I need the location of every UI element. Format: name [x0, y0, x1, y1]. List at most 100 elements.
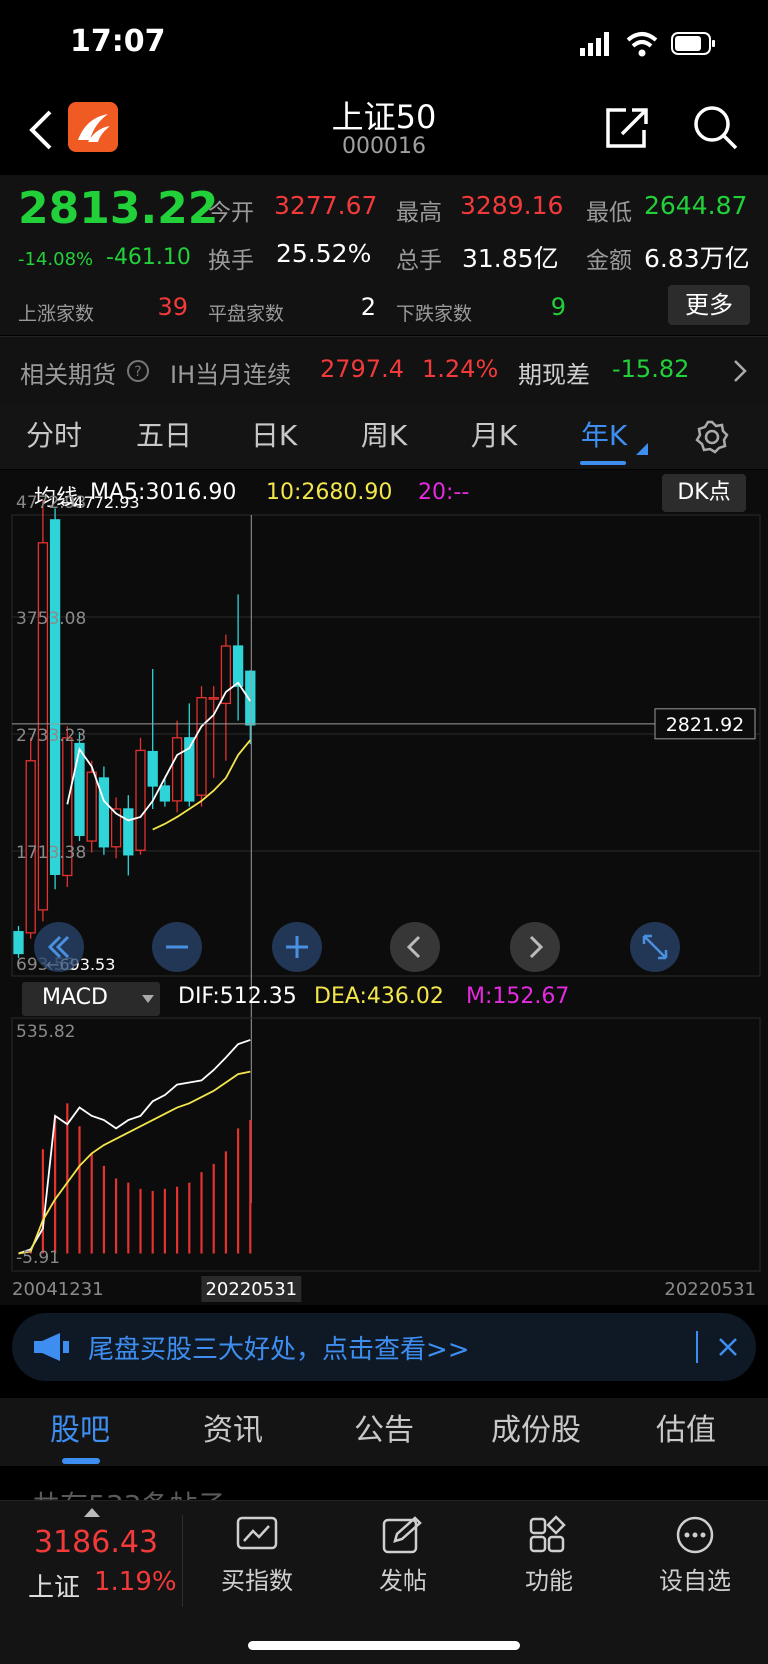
step-right-button[interactable]: [510, 922, 560, 972]
more-circle-icon: [676, 1516, 714, 1554]
candle: [196, 697, 207, 796]
zoom-out-button[interactable]: [152, 922, 202, 972]
x-crosshair-label: 20220531: [205, 1279, 297, 1300]
status-bar: 17:07: [0, 0, 768, 88]
period-tabs: 分时 五日 日K 周K 月K 年K: [0, 403, 768, 469]
share-icon[interactable]: [604, 104, 650, 150]
turnover-value: 25.52%: [276, 239, 372, 268]
scroll-left-button[interactable]: [34, 922, 84, 972]
battery-icon: [671, 32, 715, 55]
macd-dif-line: [18, 1039, 251, 1255]
candle: [159, 785, 171, 802]
wifi-icon: [626, 32, 658, 57]
futures-row[interactable]: 相关期货 ? IH当月连续 2797.4 1.24% 期现差 -15.82: [0, 336, 768, 403]
up-count: 39: [157, 293, 188, 321]
macd-m: M:152.67: [466, 984, 570, 1009]
chevron-down-icon: [142, 995, 154, 1003]
basis-label: 期现差: [518, 361, 590, 389]
tab-announcements[interactable]: 公告: [334, 1398, 434, 1464]
turnover-label: 换手: [208, 248, 254, 274]
amount-label: 金额: [586, 248, 632, 274]
double-chevron-left-icon: [47, 935, 70, 959]
high-value: 3289.16: [460, 191, 564, 220]
bottom-toolbar: 3186.43 上证 1.19% 买指数 发帖 功能 设自选: [0, 1500, 768, 1664]
tab-forum[interactable]: 股吧: [30, 1398, 130, 1464]
low-label: 最低: [586, 200, 632, 226]
indicator-select-value: MACD: [42, 985, 108, 1010]
add-watchlist-button[interactable]: 设自选: [625, 1515, 765, 1596]
candle: [74, 742, 85, 836]
home-indicator: [248, 1641, 520, 1650]
status-time: 17:07: [70, 24, 166, 59]
svg-text:?: ?: [134, 364, 141, 380]
settings-icon[interactable]: [694, 419, 730, 455]
kline-y-tick: 1713.38: [16, 843, 86, 863]
tab-constituents[interactable]: 成份股: [476, 1398, 596, 1464]
candle: [232, 645, 244, 687]
post-count: 共有533条帖子: [32, 1484, 225, 1500]
functions-label: 功能: [525, 1567, 573, 1595]
grid-icon: [529, 1515, 566, 1553]
tab-yearly-k[interactable]: 年K: [564, 403, 644, 469]
signal-icon: [580, 32, 609, 56]
functions-button[interactable]: 功能: [479, 1515, 619, 1596]
open-label: 今开: [208, 200, 254, 226]
page-title: 上证50: [331, 98, 437, 136]
low-value: 2644.87: [644, 191, 748, 220]
status-icons: [580, 32, 715, 57]
tab-five-day[interactable]: 五日: [124, 403, 204, 469]
tab-valuation[interactable]: 估值: [636, 1398, 736, 1464]
stock-code: 000016: [342, 134, 426, 159]
macd-dif: DIF:512.35: [178, 984, 297, 1009]
candle: [220, 645, 232, 705]
collapse-up-icon[interactable]: [84, 1507, 100, 1519]
step-left-button[interactable]: [390, 922, 440, 972]
candle: [135, 749, 146, 851]
index-price[interactable]: 3186.43: [34, 1525, 158, 1560]
down-count: 9: [550, 293, 566, 321]
index-pct: 1.19%: [94, 1567, 177, 1597]
candle: [98, 777, 110, 848]
buy-index-button[interactable]: 买指数: [187, 1515, 327, 1596]
volume-value: 31.85亿: [462, 244, 559, 273]
change-value: -461.10: [106, 245, 191, 270]
change-pct: -14.08%: [18, 249, 94, 270]
flat-count: 2: [360, 293, 376, 321]
tab-daily-k[interactable]: 日K: [234, 403, 314, 469]
volume-label: 总手: [396, 248, 442, 274]
tab-news[interactable]: 资讯: [183, 1398, 283, 1464]
macd-dea: DEA:436.02: [314, 984, 444, 1009]
search-icon[interactable]: [692, 104, 738, 150]
amount-value: 6.83万亿: [644, 244, 750, 273]
post-button[interactable]: 发帖: [333, 1515, 473, 1596]
kline-chart[interactable]: 2821.924772.933753.082733.231713.38693.5…: [0, 470, 768, 1305]
indicator-select[interactable]: MACD: [22, 982, 160, 1016]
promo-banner[interactable]: 尾盘买股三大好处，点击查看>>: [12, 1313, 756, 1381]
kline-y-tick: 3753.08: [16, 609, 86, 629]
megaphone-icon: [34, 1333, 69, 1361]
info-tab-indicator: [62, 1458, 100, 1464]
nav-bar: 上证50 000016: [0, 88, 768, 174]
futures-pct: 1.24%: [422, 355, 499, 383]
tab-weekly-k[interactable]: 周K: [344, 403, 424, 469]
up-count-label: 上涨家数: [18, 303, 95, 325]
tab-intraday[interactable]: 分时: [14, 403, 94, 469]
info-tabs: 股吧 资讯 公告 成份股 估值: [0, 1398, 768, 1466]
buy-index-label: 买指数: [221, 1567, 293, 1595]
chevron-left-icon: [406, 935, 421, 959]
flat-count-label: 平盘家数: [208, 303, 285, 325]
minus-icon: [166, 945, 188, 949]
zoom-in-button[interactable]: [272, 922, 322, 972]
more-button[interactable]: 更多: [668, 285, 750, 325]
candle: [245, 670, 256, 726]
fullscreen-button[interactable]: [630, 922, 680, 972]
quote-panel: 2813.22 -14.08% -461.10 今开 3277.67 最高 32…: [0, 175, 768, 335]
candle: [86, 771, 97, 842]
tab-monthly-k[interactable]: 月K: [454, 403, 534, 469]
futures-name: IH当月连续: [170, 361, 292, 389]
close-icon[interactable]: [716, 1335, 740, 1359]
macd-frame: [11, 1017, 761, 1272]
help-icon[interactable]: ?: [126, 359, 150, 383]
banner-divider: [696, 1331, 698, 1363]
x-tick-end: 20220531: [664, 1279, 756, 1300]
